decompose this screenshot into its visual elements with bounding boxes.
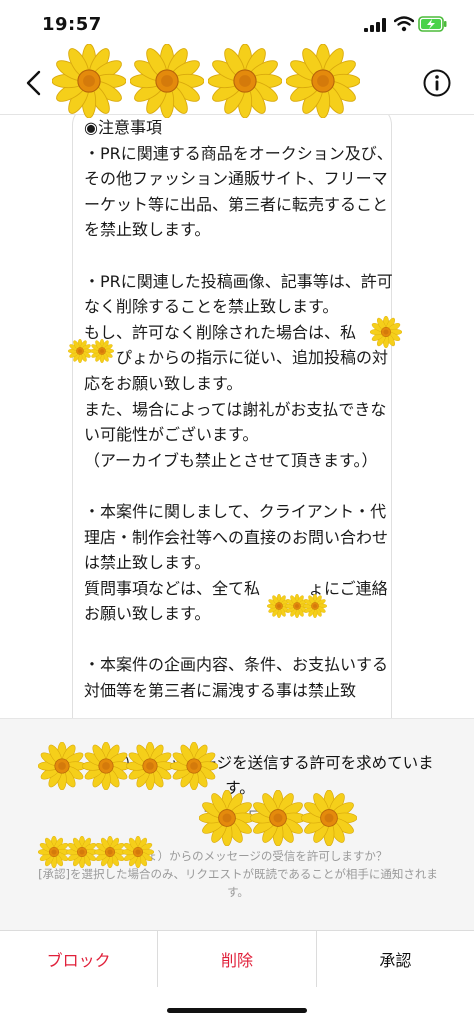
delete-button[interactable]: 削除 — [158, 931, 317, 987]
flower-sticker-icon — [286, 44, 360, 118]
flower-sticker-icon — [301, 790, 357, 846]
info-icon[interactable] — [422, 68, 452, 98]
flower-sticker-icon — [303, 594, 327, 618]
message-text: ◉注意事項 ・PRに関連する商品をオークション及び、その他ファッション通販サイト… — [84, 118, 393, 701]
flower-sticker-icon — [126, 742, 174, 790]
flower-sticker-icon — [170, 742, 218, 790]
request-action-bar: ブロック 削除 承認 — [0, 930, 474, 987]
flower-sticker-icon — [52, 44, 126, 118]
flower-sticker-icon — [208, 44, 282, 118]
flower-sticker-icon — [38, 742, 86, 790]
wifi-icon — [394, 16, 414, 32]
block-button[interactable]: ブロック — [0, 931, 159, 987]
back-chevron-icon[interactable] — [20, 68, 50, 98]
battery-charging-icon — [418, 16, 447, 32]
flower-sticker-icon — [199, 790, 255, 846]
flower-sticker-icon — [68, 339, 92, 363]
cellular-signal-icon — [364, 18, 386, 32]
flower-sticker-icon — [82, 742, 130, 790]
flower-sticker-icon — [130, 44, 204, 118]
home-indicator — [167, 1008, 307, 1013]
flower-sticker-icon — [370, 316, 402, 348]
flower-sticker-icon — [250, 790, 306, 846]
flower-sticker-icon — [122, 836, 154, 868]
flower-sticker-icon — [90, 339, 114, 363]
message-thread[interactable]: ◉注意事項 ・PRに関連する商品をオークション及び、その他ファッション通販サイト… — [0, 115, 474, 718]
accept-button[interactable]: 承認 — [317, 931, 474, 987]
status-time: 19:57 — [42, 14, 102, 35]
